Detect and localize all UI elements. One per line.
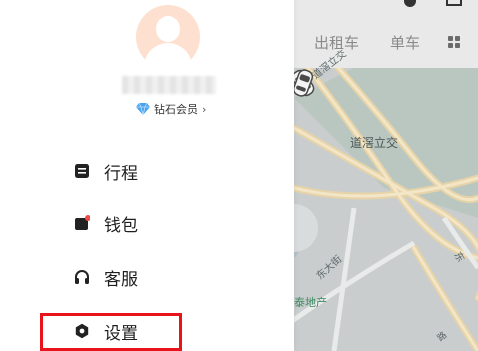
map-view[interactable]: 道滘立交 道滘立交 东大街 泰地产 东 路 xyxy=(294,49,478,351)
map-label-estate: 泰地产 xyxy=(294,296,327,309)
menu-item-customer-service[interactable]: 客服 xyxy=(74,264,138,290)
itinerary-icon xyxy=(75,164,89,178)
map-label-interchange: 道滘立交 xyxy=(350,136,399,150)
scan-status-icon xyxy=(446,0,462,6)
menu-label: 行程 xyxy=(104,163,138,184)
diamond-icon xyxy=(136,103,150,115)
map-panel: 出租车 单车 道滘立交 道滘立交 东大街 泰地产 东 路 xyxy=(294,0,478,351)
chevron-right-icon: › xyxy=(202,102,207,116)
wallet-icon xyxy=(75,215,90,230)
menu-item-wallet[interactable]: 钱包 xyxy=(74,210,138,236)
headset-icon xyxy=(75,270,89,284)
location-status-icon xyxy=(404,0,416,7)
membership-label: 钻石会员 xyxy=(154,103,198,116)
username-blurred[interactable] xyxy=(122,76,216,94)
menu-item-itinerary[interactable]: 行程 xyxy=(74,158,138,184)
menu-label: 钱包 xyxy=(104,215,138,236)
menu-item-settings[interactable]: 设置 xyxy=(74,318,138,344)
avatar-head-shape xyxy=(156,16,180,42)
gear-icon xyxy=(75,323,89,339)
menu-label: 设置 xyxy=(104,323,138,344)
avatar[interactable] xyxy=(136,5,200,69)
tab-bike[interactable]: 单车 xyxy=(390,32,420,53)
membership-link[interactable]: 钻石会员 › xyxy=(136,101,206,117)
avatar-body-shape xyxy=(144,43,192,69)
grid-menu-icon[interactable] xyxy=(448,36,461,49)
menu-label: 客服 xyxy=(104,269,138,290)
side-drawer: 钻石会员 › 行程 钱包 客服 设置 xyxy=(0,0,294,351)
